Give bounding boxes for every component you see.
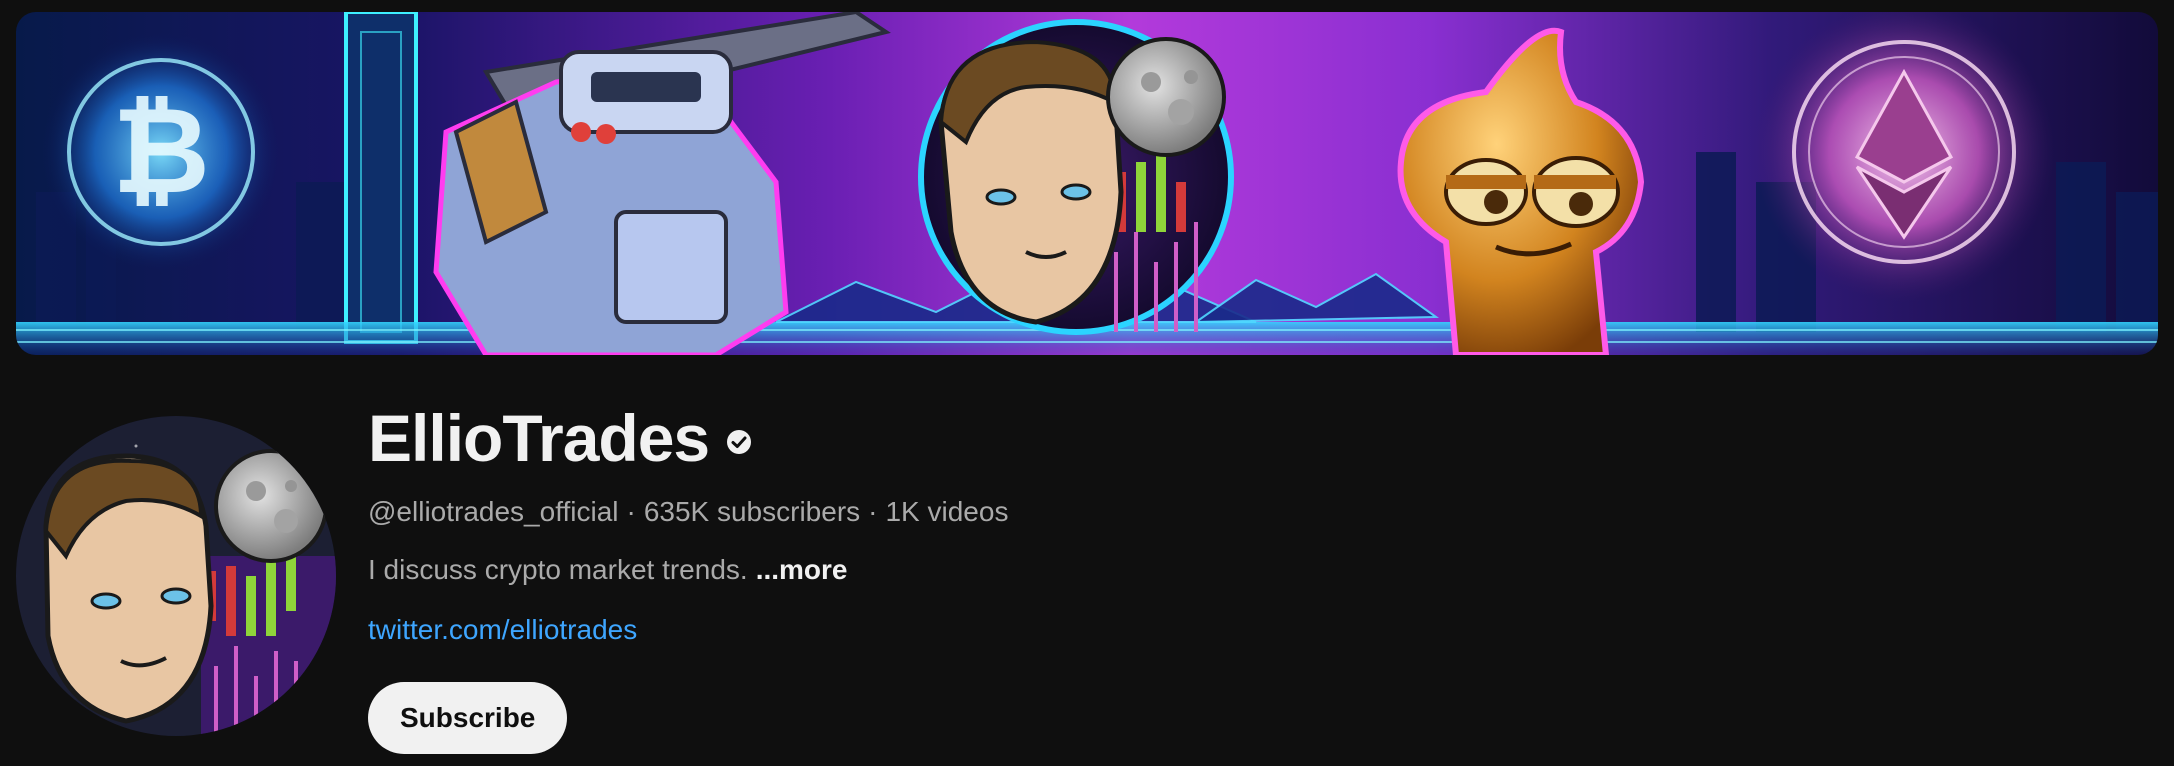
meta-separator: ·	[868, 496, 878, 527]
channel-page: ₿ EllioTrades @elliotrades_official · 63…	[0, 0, 2174, 766]
meta-separator: ·	[626, 496, 636, 527]
channel-info: EllioTrades @elliotrades_official · 635K s…	[368, 398, 1868, 754]
channel-banner: ₿	[16, 12, 2158, 355]
verified-icon	[727, 430, 752, 454]
svg-text:₿: ₿	[112, 84, 210, 218]
channel-name: EllioTrades	[368, 401, 710, 475]
twitter-link[interactable]: twitter.com/elliotrades	[368, 614, 637, 645]
video-count: 1K videos	[885, 496, 1009, 527]
channel-avatar[interactable]	[16, 416, 336, 736]
channel-links: twitter.com/elliotrades	[368, 610, 1868, 650]
channel-meta: @elliotrades_official · 635K subscribers · 1…	[368, 492, 1868, 532]
channel-description[interactable]: I discuss crypto market trends. ...more	[368, 550, 1868, 590]
subscriber-count: 635K subscribers	[643, 496, 861, 527]
description-text: I discuss crypto market trends.	[368, 554, 748, 585]
subscribe-button[interactable]: Subscribe	[368, 682, 568, 754]
channel-title-row: EllioTrades	[368, 398, 1868, 478]
more-link[interactable]: ...more	[756, 554, 848, 585]
channel-handle: @elliotrades_official	[368, 496, 619, 527]
